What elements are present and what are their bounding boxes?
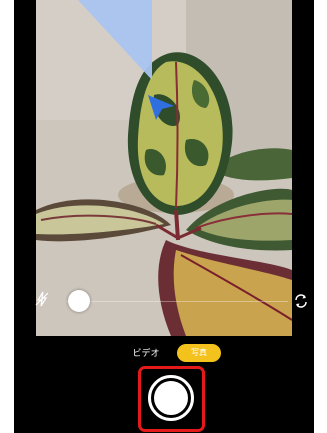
zoom-slider-knob[interactable] (68, 290, 90, 312)
mode-photo-button[interactable]: 写真 (177, 344, 221, 362)
screen: ビデオ 写真 (0, 0, 327, 433)
camera-viewfinder[interactable] (36, 0, 292, 336)
camera-flip-icon[interactable] (293, 293, 309, 309)
zoom-slider-track[interactable] (66, 301, 288, 302)
plant-preview-image (36, 0, 292, 336)
mode-video-button[interactable]: ビデオ (124, 346, 168, 362)
camera-app: ビデオ 写真 (14, 0, 314, 433)
flash-off-icon[interactable] (35, 291, 49, 307)
shutter-highlight-box (138, 366, 205, 432)
